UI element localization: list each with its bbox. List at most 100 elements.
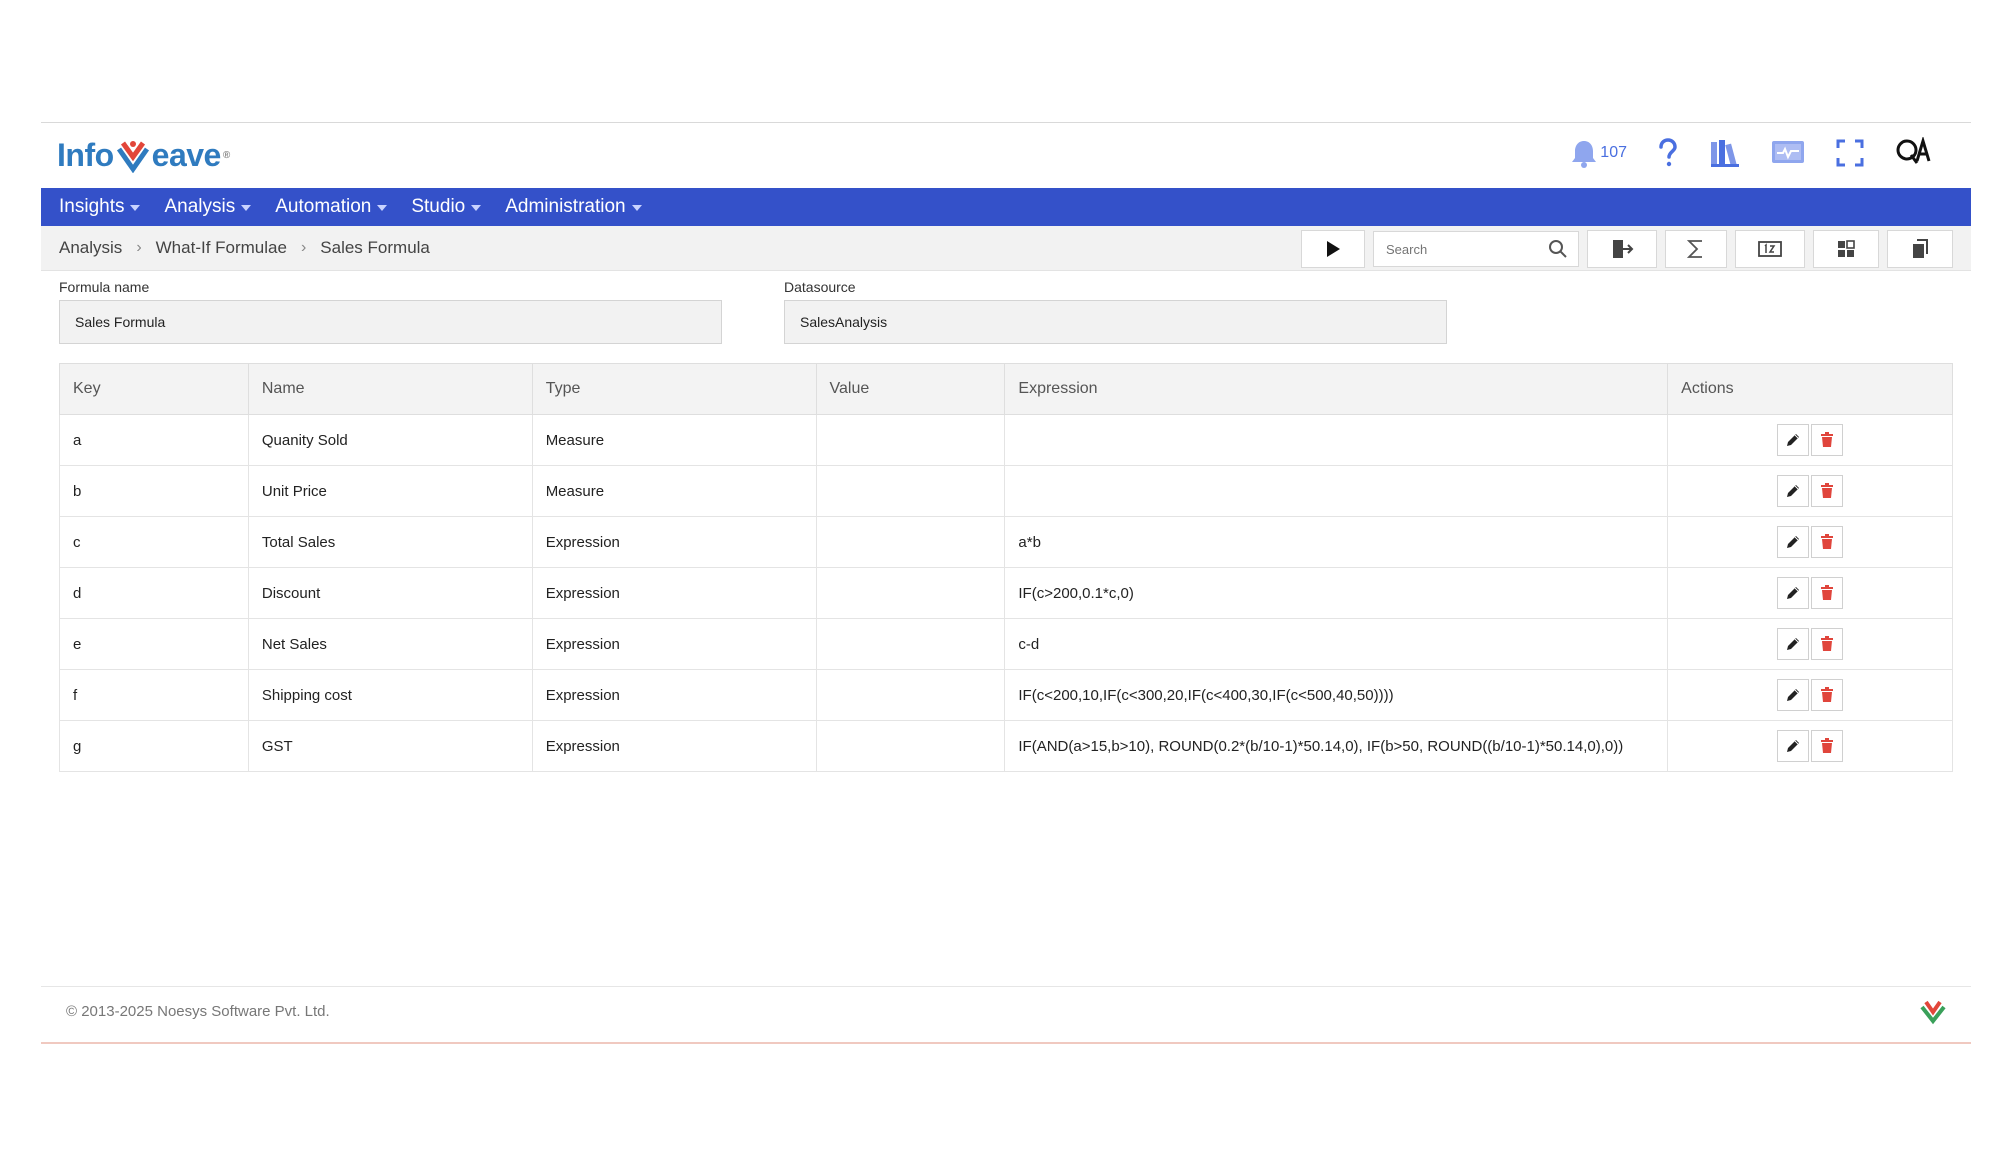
cell-expression xyxy=(1004,465,1669,517)
app-window: Info eave ® 107 Insights Analysis Automa… xyxy=(41,122,1971,1044)
cell-name: Discount xyxy=(247,567,533,619)
table-row[interactable]: d Discount Expression IF(c>200,0.1*c,0) xyxy=(59,567,1953,619)
nav-automation[interactable]: Automation xyxy=(275,196,388,218)
edit-button[interactable] xyxy=(1777,424,1810,456)
table-row[interactable]: f Shipping cost Expression IF(c<200,10,IF(c… xyxy=(59,669,1953,721)
trash-icon xyxy=(1821,738,1834,753)
notification-count: 107 xyxy=(1600,144,1627,161)
monitor-button[interactable] xyxy=(1771,139,1805,167)
registered-mark-icon: ® xyxy=(222,150,230,161)
cell-name: Quanity Sold xyxy=(247,414,533,466)
run-button[interactable] xyxy=(1301,230,1365,268)
grid-layout-icon xyxy=(1838,240,1855,257)
search-icon[interactable] xyxy=(1548,239,1568,259)
table-body: a Quanity Sold Measure b Unit Price Measure c T… xyxy=(59,414,1953,772)
datasource-input[interactable] xyxy=(784,300,1447,344)
pencil-icon xyxy=(1787,434,1800,446)
nav-studio[interactable]: Studio xyxy=(411,196,482,218)
cell-key: b xyxy=(59,465,249,517)
chevron-right-icon: › xyxy=(136,239,142,256)
search-box xyxy=(1373,231,1579,267)
breadcrumb-current: Sales Formula xyxy=(320,238,430,257)
table-row[interactable]: e Net Sales Expression c-d xyxy=(59,618,1953,670)
table-row[interactable]: b Unit Price Measure xyxy=(59,465,1953,517)
delete-button[interactable] xyxy=(1811,526,1844,558)
cell-expression: c-d xyxy=(1004,618,1669,670)
cell-key: f xyxy=(59,669,249,721)
edit-button[interactable] xyxy=(1777,577,1810,609)
breadcrumb-analysis[interactable]: Analysis xyxy=(59,238,122,258)
cell-value xyxy=(815,414,1006,466)
breadcrumb-bar: Analysis › What-If Formulae › Sales Form… xyxy=(41,226,1971,271)
layout-button[interactable] xyxy=(1813,230,1879,268)
edit-button[interactable] xyxy=(1777,628,1810,660)
delete-button[interactable] xyxy=(1811,679,1844,711)
number-icon xyxy=(1758,241,1782,257)
formula-form: Formula name Datasource xyxy=(41,271,1971,365)
nav-analysis[interactable]: Analysis xyxy=(164,196,252,218)
cell-type: Measure xyxy=(531,414,817,466)
cell-actions xyxy=(1667,516,1953,568)
fullscreen-button[interactable] xyxy=(1835,138,1865,168)
breadcrumb: Analysis › What-If Formulae › Sales Form… xyxy=(59,238,430,258)
nav-administration[interactable]: Administration xyxy=(505,196,642,218)
table-row[interactable]: g GST Expression IF(AND(a>15,b>10), ROUND(0… xyxy=(59,720,1953,772)
header-actions: 107 xyxy=(1570,137,1931,169)
notifications-button[interactable]: 107 xyxy=(1570,138,1627,168)
cell-name: Unit Price xyxy=(247,465,533,517)
chevron-down-icon xyxy=(631,205,642,211)
edit-button[interactable] xyxy=(1777,526,1810,558)
breadcrumb-what-if-formulae[interactable]: What-If Formulae xyxy=(156,238,287,258)
table-row[interactable]: c Total Sales Expression a*b xyxy=(59,516,1953,568)
nav-label: Automation xyxy=(275,196,372,217)
column-header-name[interactable]: Name xyxy=(247,363,533,415)
qa-button[interactable] xyxy=(1895,137,1931,169)
delete-button[interactable] xyxy=(1811,577,1844,609)
sum-button[interactable] xyxy=(1665,230,1727,268)
column-header-value[interactable]: Value xyxy=(815,363,1006,415)
formula-name-group: Formula name xyxy=(59,279,722,344)
cell-key: c xyxy=(59,516,249,568)
delete-button[interactable] xyxy=(1811,475,1844,507)
cell-value xyxy=(815,465,1006,517)
fullscreen-icon xyxy=(1836,139,1864,167)
formula-name-input[interactable] xyxy=(59,300,722,344)
number-format-button[interactable] xyxy=(1735,230,1805,268)
help-button[interactable] xyxy=(1657,138,1679,168)
cell-actions xyxy=(1667,669,1953,721)
edit-button[interactable] xyxy=(1777,475,1810,507)
search-input[interactable] xyxy=(1384,240,1548,258)
pencil-icon xyxy=(1787,485,1800,497)
pencil-icon xyxy=(1787,689,1800,701)
nav-insights[interactable]: Insights xyxy=(59,196,141,218)
column-header-type[interactable]: Type xyxy=(531,363,817,415)
nav-label: Insights xyxy=(59,196,125,217)
chevron-down-icon xyxy=(377,205,388,211)
edit-button[interactable] xyxy=(1777,730,1810,762)
toolbar xyxy=(1301,230,1953,268)
export-button[interactable] xyxy=(1587,230,1657,268)
cell-actions xyxy=(1667,567,1953,619)
library-icon xyxy=(1711,140,1739,167)
formula-table: Key Name Type Value Expression Actions a… xyxy=(59,363,1953,772)
cell-value xyxy=(815,618,1006,670)
edit-button[interactable] xyxy=(1777,679,1810,711)
nav-label: Analysis xyxy=(164,196,236,217)
cell-name: Net Sales xyxy=(247,618,533,670)
delete-button[interactable] xyxy=(1811,628,1844,660)
chevron-down-icon xyxy=(471,205,482,211)
table-row[interactable]: a Quanity Sold Measure xyxy=(59,414,1953,466)
trash-icon xyxy=(1821,636,1834,651)
cell-key: d xyxy=(59,567,249,619)
column-header-expression[interactable]: Expression xyxy=(1004,363,1669,415)
cell-type: Expression xyxy=(531,618,817,670)
library-button[interactable] xyxy=(1709,138,1741,168)
copy-button[interactable] xyxy=(1887,230,1953,268)
delete-button[interactable] xyxy=(1811,424,1844,456)
column-header-key[interactable]: Key xyxy=(59,363,249,415)
infoveave-logo[interactable]: Info eave ® xyxy=(57,137,230,174)
cell-key: a xyxy=(59,414,249,466)
nav-label: Studio xyxy=(411,196,466,217)
trash-icon xyxy=(1821,432,1834,447)
delete-button[interactable] xyxy=(1811,730,1844,762)
